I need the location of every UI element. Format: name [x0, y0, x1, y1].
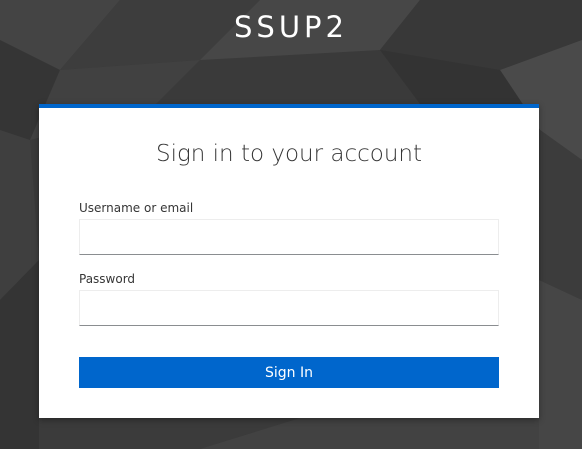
login-card: Sign in to your account Username or emai… — [39, 104, 539, 418]
realm-title: SSUP2 — [234, 10, 348, 44]
page-title: Sign in to your account — [155, 141, 423, 167]
password-field[interactable] — [79, 290, 499, 326]
username-field[interactable] — [79, 219, 499, 255]
password-label: Password — [79, 272, 136, 286]
username-label: Username or email — [79, 201, 194, 215]
sign-in-button[interactable]: Sign In — [79, 357, 499, 388]
login-page: SSUP2 Sign in to your account Username o… — [0, 0, 582, 449]
